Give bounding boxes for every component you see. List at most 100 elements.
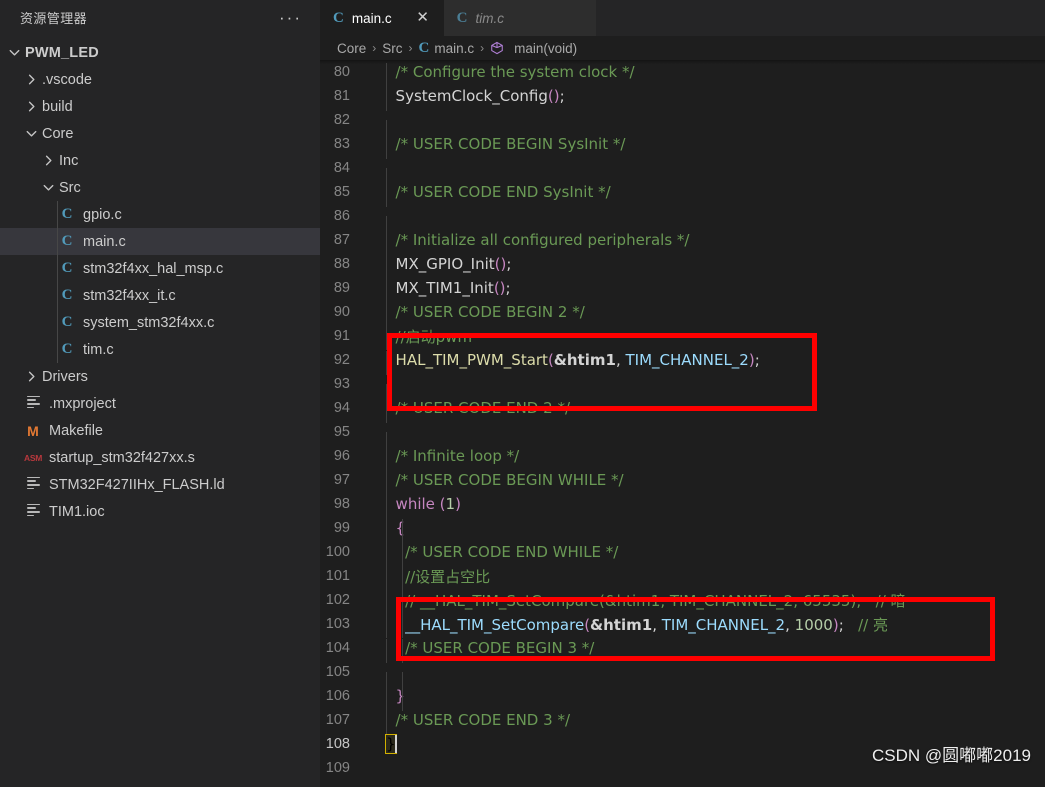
breadcrumb-item[interactable]: Core: [337, 41, 366, 56]
code-text: /* Configure the system clock */: [372, 63, 1045, 87]
tree-folder-drivers[interactable]: Drivers: [0, 363, 320, 390]
chevron-down-icon: [6, 44, 23, 61]
code-token: TIM_CHANNEL_2: [625, 351, 749, 369]
code-indent-guide: [386, 255, 387, 279]
code-text: /* Initialize all configured peripherals…: [372, 231, 1045, 255]
breadcrumb-item[interactable]: main(void): [514, 41, 577, 56]
code-token: /* USER CODE BEGIN SysInit */: [395, 135, 626, 153]
tree-file-stm32f4xxitc[interactable]: Cstm32f4xx_it.c: [0, 282, 320, 309]
code-text: /* USER CODE END SysInit */: [372, 183, 1045, 207]
code-text: __HAL_TIM_SetCompare(&htim1, TIM_CHANNEL…: [372, 613, 1045, 638]
tree-file-mxproject[interactable]: .mxproject: [0, 390, 320, 417]
tree-file-timc[interactable]: Ctim.c: [0, 336, 320, 363]
code-token: /* USER CODE END 2 */: [395, 399, 570, 417]
c-file-icon: C: [61, 206, 73, 222]
code-line: 90 /* USER CODE BEGIN 2 */: [320, 300, 1045, 327]
line-number: 105: [325, 664, 350, 680]
editor-pane: Cmain.c ✕ Ctim.c Core › Src › Cmain.c › main(voi…: [320, 0, 1045, 787]
code-text: /* USER CODE END 3 */: [372, 711, 1045, 735]
line-number: 109: [325, 760, 350, 776]
code-line: 88 MX_GPIO_Init();: [320, 252, 1045, 279]
breadcrumb: Core › Src › Cmain.c › main(void): [320, 36, 1045, 60]
line-number: 84: [333, 160, 350, 176]
tree-folder-pwmled[interactable]: PWM_LED: [0, 39, 320, 66]
code-token: //设置占空比: [405, 567, 491, 586]
symbol-method-icon: [490, 41, 509, 56]
tab-main-c[interactable]: Cmain.c ✕: [320, 0, 444, 36]
tree-folder-core[interactable]: Core: [0, 120, 320, 147]
code-text: /* USER CODE BEGIN SysInit */: [372, 135, 1045, 159]
tree-file-systemstm32f4xxc[interactable]: Csystem_stm32f4xx.c: [0, 309, 320, 336]
code-indent-guide: [386, 711, 387, 735]
chevron-right-icon: [23, 368, 40, 385]
code-line: 99 {: [320, 516, 1045, 543]
breadcrumb-item[interactable]: Src: [382, 41, 402, 56]
file-tree: PWM_LED .vscode build Core Inc Src Cgpio.c Cmai…: [0, 35, 320, 525]
code-line: 104 /* USER CODE BEGIN 3 */: [320, 636, 1045, 663]
tree-file-stm32f4xxhalmspc[interactable]: Cstm32f4xx_hal_msp.c: [0, 255, 320, 282]
document-icon: [23, 393, 43, 413]
close-icon[interactable]: ✕: [414, 9, 432, 27]
tree-item-label: startup_stm32f427xx.s: [49, 449, 195, 466]
line-number: 88: [333, 256, 350, 272]
breadcrumb-separator: ›: [372, 41, 377, 55]
line-number: 100: [325, 544, 350, 560]
code-line: 96 /* Infinite loop */: [320, 444, 1045, 471]
code-indent-guide: [386, 279, 387, 303]
tree-file-tim1ioc[interactable]: TIM1.ioc: [0, 498, 320, 525]
code-text: MX_GPIO_Init();: [372, 255, 1045, 279]
line-number: 97: [333, 472, 350, 488]
makefile-icon: M: [27, 422, 39, 439]
code-text: /* USER CODE BEGIN 2 */: [372, 303, 1045, 327]
line-number: 106: [325, 688, 350, 704]
tree-item-label: gpio.c: [83, 206, 122, 223]
tab-tim-c[interactable]: Ctim.c: [443, 0, 596, 36]
code-line: 106 }: [320, 684, 1045, 711]
chevron-right-icon: [40, 152, 57, 169]
code-line: 98 while (1): [320, 492, 1045, 519]
code-token: ): [455, 495, 461, 513]
tree-file-mainc[interactable]: Cmain.c: [0, 228, 320, 255]
more-actions-icon[interactable]: ···: [279, 9, 302, 26]
code-text: MX_TIM1_Init();: [372, 279, 1045, 303]
vscode-window: 资源管理器 ··· PWM_LED .vscode build Core Inc Src C…: [0, 0, 1045, 787]
tab-label: tim.c: [475, 10, 504, 26]
code-token: TIM_CHANNEL_2: [661, 615, 786, 634]
breadcrumb-item[interactable]: main.c: [434, 41, 474, 56]
code-line: 89 MX_TIM1_Init();: [320, 276, 1045, 303]
tree-folder-vscode[interactable]: .vscode: [0, 66, 320, 93]
code-text: while (1): [372, 495, 1045, 519]
tree-file-startupstm32f427xxs[interactable]: ASM startup_stm32f427xx.s: [0, 444, 320, 471]
line-number: 94: [333, 400, 350, 416]
code-token: /* Infinite loop */: [395, 447, 520, 465]
code-text: //设置占空比: [372, 565, 1045, 590]
tree-item-label: main.c: [83, 233, 126, 250]
tree-file-makefile[interactable]: M Makefile: [0, 417, 320, 444]
code-token: (): [494, 255, 507, 273]
code-indent-guide: [386, 687, 387, 711]
tree-folder-build[interactable]: build: [0, 93, 320, 120]
chevron-down-icon: [40, 179, 57, 196]
tree-file-stm32f427iihxflashld[interactable]: STM32F427IIHx_FLASH.ld: [0, 471, 320, 498]
tree-file-gpioc[interactable]: Cgpio.c: [0, 201, 320, 228]
tree-folder-inc[interactable]: Inc: [0, 147, 320, 174]
line-number: 107: [325, 712, 350, 728]
code-token: (): [493, 279, 506, 297]
code-text: /* Infinite loop */: [372, 447, 1045, 471]
code-token: (): [547, 87, 560, 105]
c-file-icon: C: [418, 39, 430, 56]
code-line: 87 /* Initialize all configured peripher…: [320, 228, 1045, 255]
code-indent-guide: [386, 231, 387, 255]
tree-folder-src[interactable]: Src: [0, 174, 320, 201]
code-line: 91 //启动pwm: [320, 324, 1045, 350]
code-editor[interactable]: 80 /* Configure the system clock */81 Sy…: [320, 60, 1045, 787]
line-number: 96: [333, 448, 350, 464]
tree-item-label: PWM_LED: [25, 44, 99, 61]
code-indent-guide: [402, 613, 403, 638]
